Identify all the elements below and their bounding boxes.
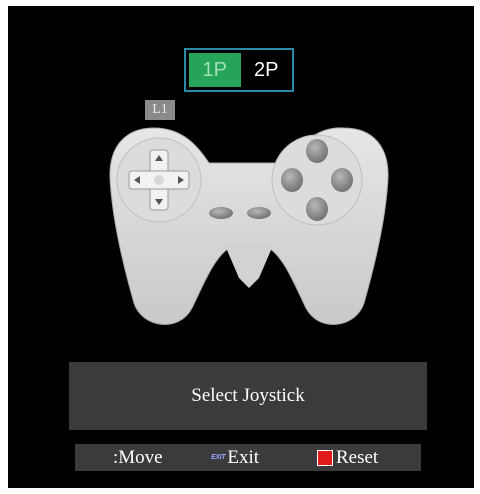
select-joystick-text: Select Joystick xyxy=(191,385,305,406)
gamepad-image xyxy=(109,127,389,325)
tab-2p[interactable]: 2P xyxy=(241,50,293,90)
reset-label: Reset xyxy=(336,446,379,468)
player-selector: 1P 2P xyxy=(184,48,294,92)
select-button-icon xyxy=(209,207,233,219)
exit-hint[interactable]: EXIT Exit xyxy=(211,447,259,469)
info-panel: Select Joystick xyxy=(69,362,427,430)
exit-label: Exit xyxy=(227,446,260,468)
move-label: :Move xyxy=(113,446,163,468)
reset-hint[interactable]: Reset xyxy=(317,447,378,469)
joystick-config-screen: 1P 2P L1 Select Joystick:Move EXIT Exit… xyxy=(8,6,474,488)
l1-button-label: L1 xyxy=(145,100,175,120)
hint-bar: :Move EXIT Exit Reset xyxy=(75,444,421,471)
tab-1p[interactable]: 1P xyxy=(189,53,241,87)
move-hint: :Move xyxy=(113,447,163,469)
reset-icon xyxy=(317,449,333,466)
start-button-icon xyxy=(247,207,271,219)
exit-icon: EXIT xyxy=(211,454,226,461)
